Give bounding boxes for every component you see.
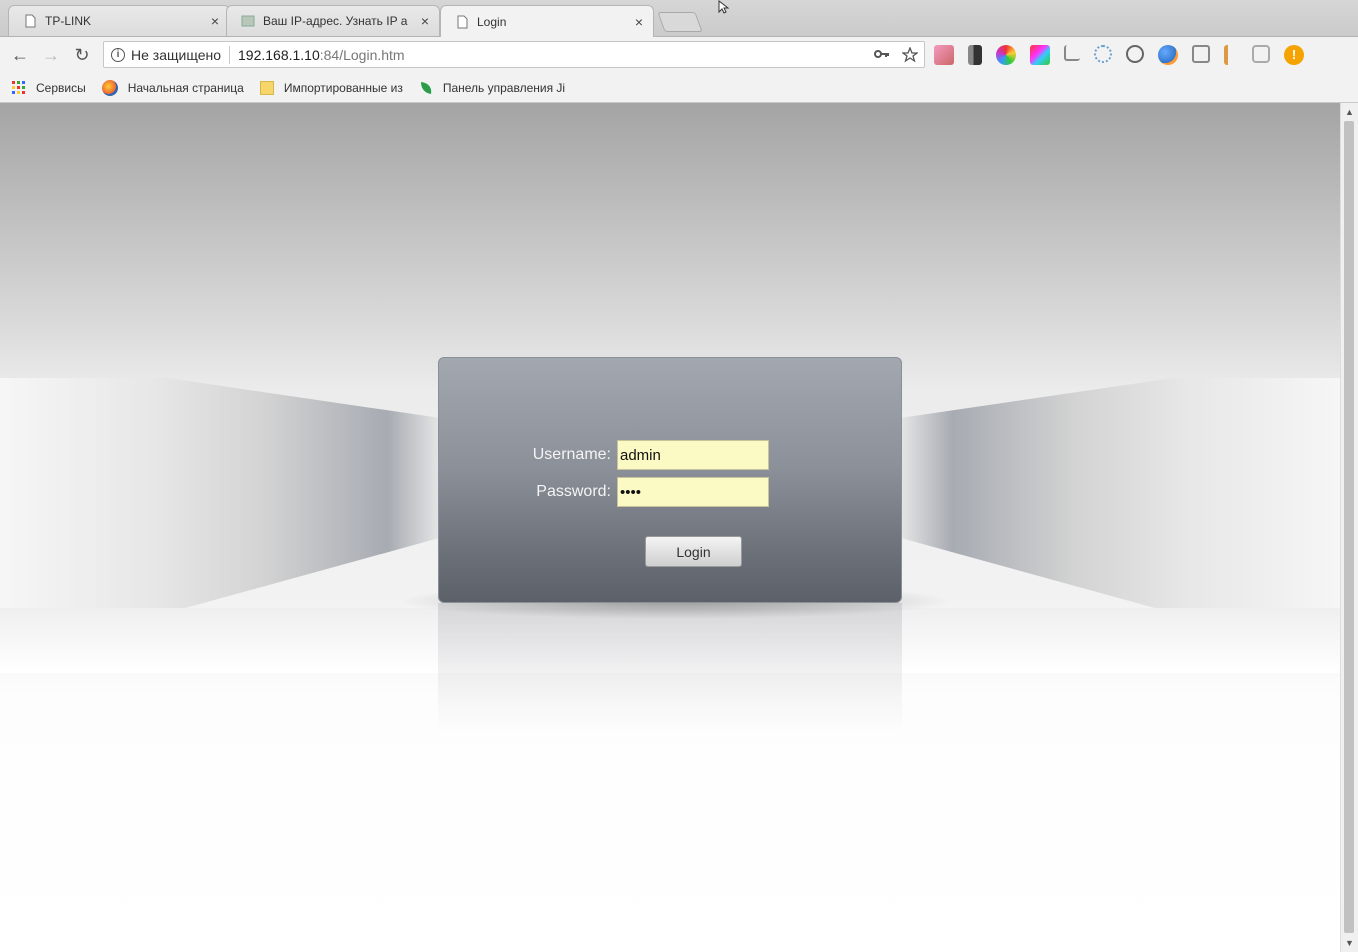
login-panel: Username: Password: •••• Login: [438, 357, 902, 603]
tab-title: TP-LINK: [45, 14, 92, 28]
forward-button[interactable]: →: [39, 43, 63, 67]
bookmarks-bar: Сервисы Начальная страница Импортированн…: [0, 73, 1358, 103]
ruler-icon[interactable]: [1064, 45, 1080, 61]
url-host[interactable]: 192.168.1.10: [238, 47, 320, 63]
alert-icon[interactable]: !: [1284, 45, 1304, 65]
folder-icon: [259, 80, 274, 95]
palette-icon[interactable]: [1030, 45, 1050, 65]
recycle-icon[interactable]: [1126, 45, 1144, 63]
divider: [229, 45, 230, 64]
tab-login[interactable]: Login ×: [440, 5, 654, 37]
username-row: Username:: [439, 440, 901, 470]
key-icon[interactable]: [874, 47, 890, 61]
extension-icon[interactable]: [1224, 45, 1238, 65]
password-input[interactable]: ••••: [617, 477, 769, 507]
extension-icon[interactable]: [934, 45, 954, 65]
tab-ip-address[interactable]: Ваш IP-адрес. Узнать IP а ×: [226, 5, 440, 36]
gear-icon[interactable]: [1094, 45, 1112, 63]
scroll-up-arrow-icon[interactable]: ▲: [1345, 107, 1354, 117]
tab-strip: TP-LINK × Ваш IP-адрес. Узнать IP а × Lo…: [0, 0, 1358, 37]
extension-icon[interactable]: [1192, 45, 1210, 63]
info-icon[interactable]: i: [111, 47, 125, 62]
color-picker-icon[interactable]: [996, 45, 1016, 65]
close-icon[interactable]: ×: [635, 14, 643, 30]
reload-button[interactable]: ↻: [70, 43, 94, 67]
tab-title: Login: [477, 14, 507, 29]
bookmark-label: Начальная страница: [127, 80, 244, 95]
panel-reflection: [438, 603, 902, 733]
page-icon: [25, 14, 36, 28]
vertical-scrollbar[interactable]: ▲ ▼: [1340, 103, 1358, 952]
bookmark-services[interactable]: Сервисы: [12, 80, 86, 95]
bookmark-label: Панель управления Ji: [442, 80, 566, 95]
username-label: Username:: [532, 446, 611, 463]
vpn-icon[interactable]: [1158, 45, 1178, 65]
extensions-area: !: [934, 45, 1304, 65]
apps-grid-icon: [12, 80, 25, 94]
mouse-cursor-icon: [718, 0, 730, 14]
password-row: Password: ••••: [439, 477, 901, 507]
bookmark-control-panel[interactable]: Панель управления Ji: [419, 81, 565, 95]
page-icon: [457, 15, 468, 28]
firefox-icon: [101, 79, 118, 96]
back-button[interactable]: ←: [8, 43, 32, 67]
leaf-icon: [420, 81, 432, 94]
extension-icon[interactable]: [968, 45, 982, 65]
tab-title: Ваш IP-адрес. Узнать IP а: [263, 14, 408, 28]
extension-icon[interactable]: [1252, 45, 1270, 63]
address-bar[interactable]: i Не защищено 192.168.1.10 :84/Login.htm: [103, 41, 925, 68]
scroll-thumb[interactable]: [1344, 121, 1354, 933]
background-wall-left: [0, 378, 440, 613]
site-icon: [241, 15, 255, 27]
close-icon[interactable]: ×: [421, 13, 429, 29]
bookmark-label: Сервисы: [36, 80, 86, 95]
close-icon[interactable]: ×: [211, 13, 219, 29]
username-input[interactable]: [617, 440, 769, 470]
login-button[interactable]: Login: [645, 536, 742, 567]
url-path[interactable]: :84/Login.htm: [320, 47, 405, 63]
scroll-down-arrow-icon[interactable]: ▼: [1345, 938, 1354, 948]
bookmark-start-page[interactable]: Начальная страница: [101, 79, 244, 96]
tab-tp-link[interactable]: TP-LINK ×: [8, 5, 230, 36]
background-wall-right: [900, 378, 1340, 613]
page-content: Username: Password: •••• Login: [0, 103, 1340, 952]
bookmark-label: Импортированные из: [283, 80, 403, 95]
new-tab-button[interactable]: [657, 12, 703, 32]
browser-toolbar: ← → ↻ i Не защищено 192.168.1.10 :84/Log…: [0, 37, 1358, 73]
star-icon[interactable]: [902, 46, 918, 63]
password-label: Password:: [536, 483, 611, 500]
bookmark-imported-folder[interactable]: Импортированные из: [259, 80, 403, 95]
security-status[interactable]: Не защищено: [131, 47, 221, 63]
